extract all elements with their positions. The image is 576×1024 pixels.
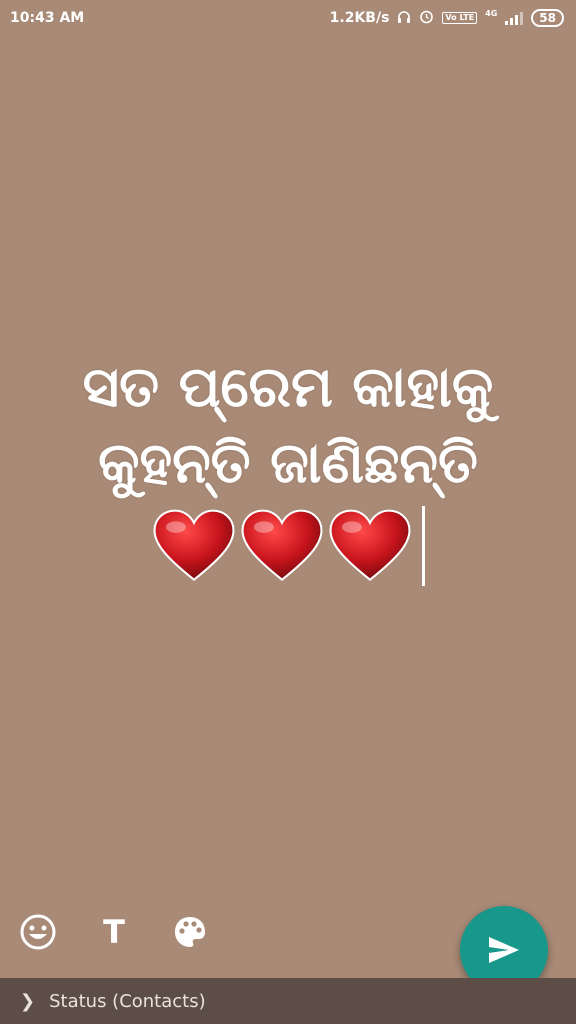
text-style-button[interactable]: T (94, 912, 134, 952)
signal-icon (505, 11, 524, 25)
status-indicators: 1.2KB/s Vo LTE 4G 58 (330, 9, 564, 27)
heart-emoji (153, 509, 234, 582)
network-type: 4G (485, 9, 498, 18)
alarm-icon (419, 9, 434, 27)
palette-button[interactable] (170, 912, 210, 952)
send-icon (489, 937, 519, 963)
heart-emoji-row (152, 506, 425, 586)
emoji-button[interactable] (18, 912, 58, 952)
palette-icon (175, 917, 205, 947)
chevron-right-icon: ❯ (20, 990, 36, 1012)
volte-badge: Vo LTE (442, 12, 478, 24)
text-cursor (421, 506, 425, 586)
status-text-editor[interactable]: ସତ ପ୍ରେମ କାହାକୁ କୁହନ୍ତି ଜାଣିଛନ୍ତି (0, 350, 576, 603)
text-icon: T (103, 913, 125, 951)
network-speed: 1.2KB/s (329, 10, 390, 26)
clock: 10:43 AM (10, 10, 85, 26)
emoji-icon (20, 914, 56, 950)
heart-emoji (329, 509, 410, 582)
audience-bar[interactable]: ❯ Status (Contacts) (0, 978, 576, 1024)
headphones-icon (397, 10, 411, 27)
status-text-line-1: ସତ ପ୍ରେମ କାହାକୁ (82, 355, 494, 420)
battery-indicator: 58 (531, 9, 564, 27)
audience-label: Status (Contacts) (49, 990, 206, 1012)
status-bar: 10:43 AM 1.2KB/s Vo LTE 4G 58 (0, 0, 576, 36)
status-text-line-2: କୁହନ୍ତି ଜାଣିଛନ୍ତି (98, 431, 478, 496)
heart-emoji (241, 509, 322, 582)
